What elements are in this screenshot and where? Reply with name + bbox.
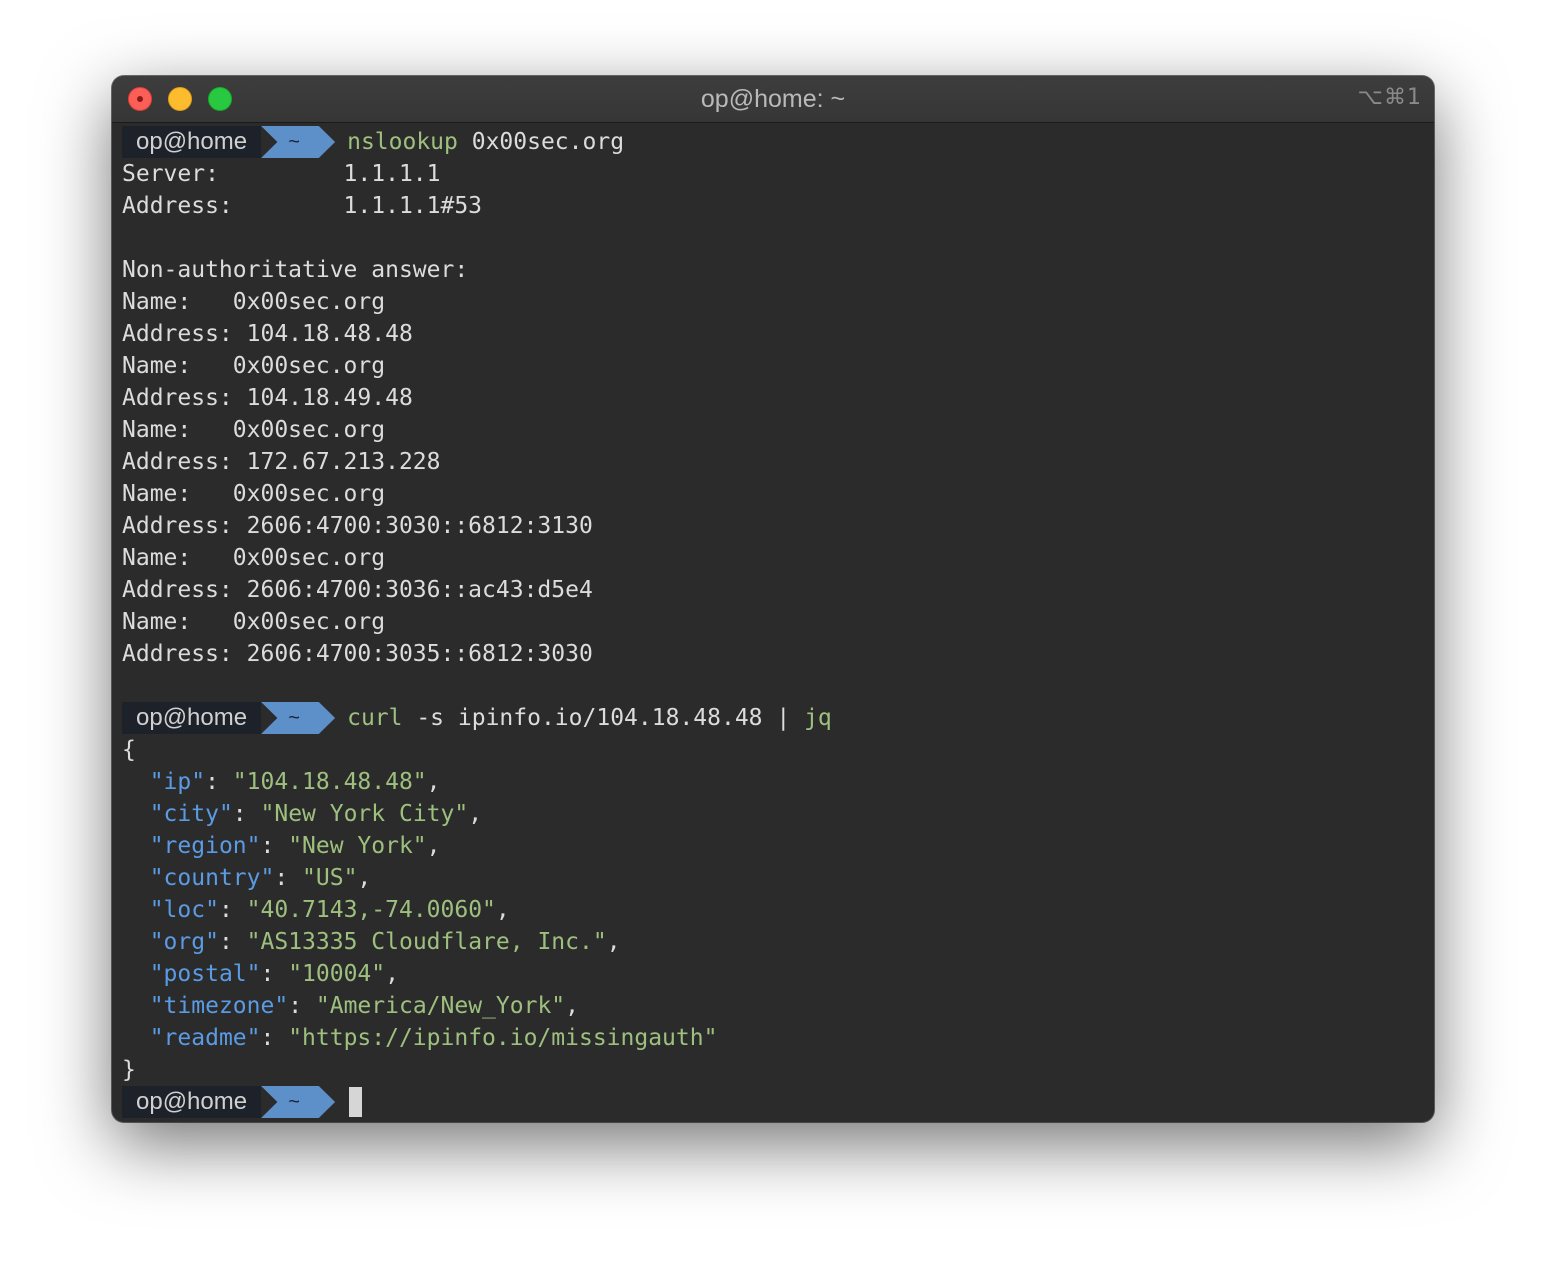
json-key: "country" — [149, 865, 275, 891]
json-comma: , — [357, 865, 372, 891]
prompt-line: op@home ~ — [122, 1086, 832, 1118]
json-key: "readme" — [149, 1025, 261, 1051]
json-value: "10004" — [288, 961, 386, 987]
json-entry: "loc": "40.7143,-74.0060", — [149, 897, 510, 923]
output-line: Server: 1.1.1.1 — [122, 161, 441, 187]
command-args: 0x00sec.org — [457, 129, 625, 155]
json-comma: , — [426, 769, 441, 795]
json-value: "104.18.48.48" — [232, 769, 427, 795]
json-value: "America/New_York" — [315, 993, 566, 1019]
json-open-brace: { — [122, 737, 136, 763]
json-entry: "timezone": "America/New_York", — [149, 993, 579, 1019]
json-entry: "region": "New York", — [149, 833, 441, 859]
output-line: Name: 0x00sec.org — [122, 481, 386, 507]
pipe-program: jq — [804, 705, 832, 731]
text-cursor[interactable] — [349, 1087, 363, 1117]
json-entry: "city": "New York City", — [149, 801, 483, 827]
json-entry: "org": "AS13335 Cloudflare, Inc.", — [149, 929, 621, 955]
window-title: op@home: ~ — [700, 85, 846, 113]
json-value: "New York City" — [260, 801, 469, 827]
output-line: Address: 2606:4700:3030::6812:3130 — [122, 513, 593, 539]
output-line: Non-authoritative answer: — [122, 257, 469, 283]
output-line: Address: 2606:4700:3035::6812:3030 — [122, 641, 593, 667]
command-program: curl — [347, 705, 403, 731]
output-line: Address: 2606:4700:3036::ac43:d5e4 — [122, 577, 593, 603]
output-line: Address: 1.1.1.1#53 — [122, 193, 483, 219]
output-line: Address: 172.67.213.228 — [122, 449, 441, 475]
prompt-line: op@home ~ nslookup 0x00sec.org — [122, 126, 832, 158]
json-value: "https://ipinfo.io/missingauth" — [288, 1025, 718, 1051]
command-args: -s ipinfo.io/104.18.48.48 | — [402, 705, 805, 731]
json-output: "ip": "104.18.48.48", "city": "New York … — [122, 766, 832, 1054]
json-key: "ip" — [149, 769, 206, 795]
json-value: "AS13335 Cloudflare, Inc." — [246, 929, 607, 955]
terminal-window: op@home: ~ ⌥⌘1 op@home ~ nslookup 0x00sec.… — [112, 76, 1434, 1122]
prompt-user: op@home — [122, 126, 262, 158]
output-line: Address: 104.18.49.48 — [122, 385, 413, 411]
json-entry: "readme": "https://ipinfo.io/missingauth… — [149, 1025, 718, 1051]
command-program: nslookup — [347, 129, 458, 155]
json-value: "US" — [302, 865, 358, 891]
output-line: Name: 0x00sec.org — [122, 289, 386, 315]
json-comma: , — [385, 961, 399, 987]
json-comma: , — [426, 833, 441, 859]
command-line: curl -s ipinfo.io/104.18.48.48 | jq — [347, 702, 832, 734]
json-key: "timezone" — [149, 993, 289, 1019]
output-line: Name: 0x00sec.org — [122, 417, 386, 443]
json-entry: "postal": "10004", — [149, 961, 399, 987]
terminal-content[interactable]: op@home ~ nslookup 0x00sec.org Server: 1.1… — [122, 126, 832, 1118]
json-value: "40.7143,-74.0060" — [246, 897, 496, 923]
prompt-user: op@home — [122, 1086, 262, 1118]
output-line: Name: 0x00sec.org — [122, 609, 386, 635]
output-line: Name: 0x00sec.org — [122, 353, 386, 379]
title-bar[interactable]: op@home: ~ ⌥⌘1 — [112, 76, 1434, 123]
json-entry: "ip": "104.18.48.48", — [149, 769, 441, 795]
json-entry: "country": "US", — [149, 865, 372, 891]
prompt-line: op@home ~ curl -s ipinfo.io/104.18.48.48 |… — [122, 702, 832, 734]
json-key: "city" — [149, 801, 233, 827]
json-comma: , — [606, 929, 621, 955]
window-shortcut: ⌥⌘1 — [1357, 85, 1422, 110]
json-comma: , — [468, 801, 483, 827]
nslookup-output: Server: 1.1.1.1 Address: 1.1.1.1#53 Non-au… — [122, 158, 832, 702]
json-key: "region" — [149, 833, 261, 859]
json-close-brace: } — [122, 1057, 136, 1083]
json-key: "postal" — [149, 961, 261, 987]
json-comma: , — [565, 993, 579, 1019]
output-line: Address: 104.18.48.48 — [122, 321, 413, 347]
prompt-user: op@home — [122, 702, 262, 734]
json-key: "loc" — [149, 897, 219, 923]
output-line: Name: 0x00sec.org — [122, 545, 386, 571]
command-line: nslookup 0x00sec.org — [347, 126, 624, 158]
prompt-directory: ~ — [261, 702, 336, 734]
json-comma: , — [495, 897, 510, 923]
json-value: "New York" — [288, 833, 427, 859]
prompt-directory: ~ — [261, 1086, 336, 1118]
prompt-directory: ~ — [261, 126, 336, 158]
json-key: "org" — [149, 929, 219, 955]
